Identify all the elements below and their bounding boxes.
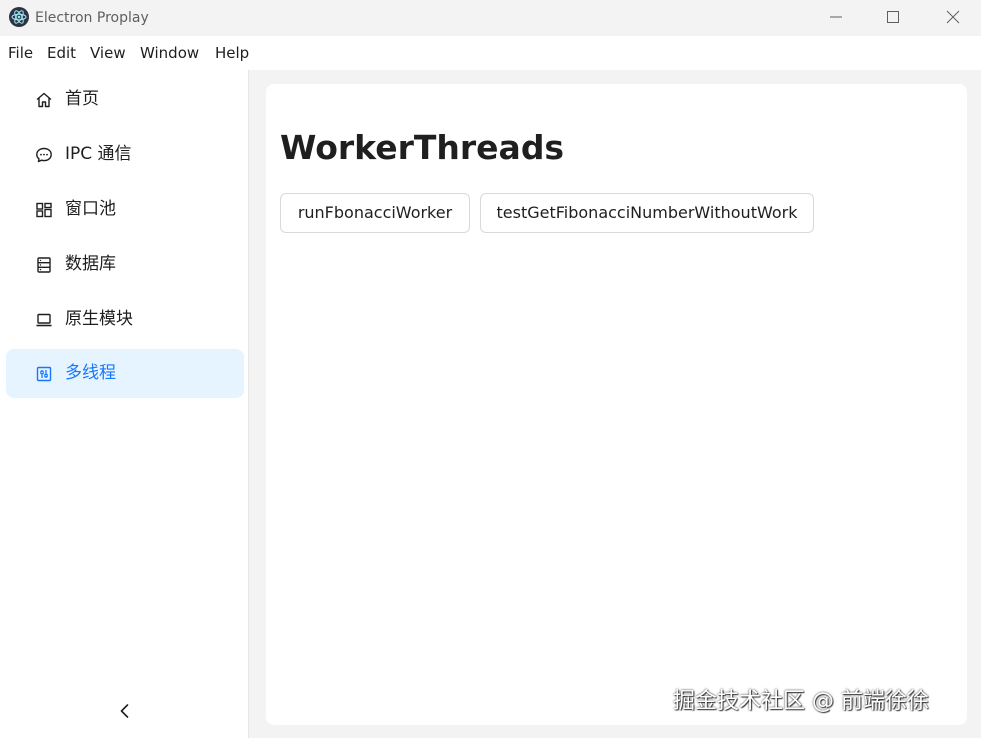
- sidebar-item-database[interactable]: 数据库: [6, 240, 244, 289]
- sidebar-item-label: 原生模块: [65, 309, 133, 329]
- menu-help[interactable]: Help: [215, 44, 249, 62]
- database-icon: [37, 257, 51, 273]
- menu-view[interactable]: View: [90, 44, 126, 62]
- content-panel: WorkerThreads runFbonacciWorker testGetF…: [266, 84, 967, 725]
- app-window: Electron Proplay File Edit View Window H…: [0, 0, 981, 738]
- electron-icon: [9, 7, 29, 27]
- sidebar-item-native-module[interactable]: 原生模块: [6, 295, 244, 344]
- sliders-icon: [36, 366, 52, 382]
- menu-window[interactable]: Window: [140, 44, 199, 62]
- sidebar-item-label: IPC 通信: [65, 144, 132, 164]
- page-title: WorkerThreads: [280, 128, 565, 167]
- sidebar-collapse-button[interactable]: [114, 700, 136, 722]
- close-icon: [946, 10, 960, 24]
- menu-bar: File Edit View Window Help: [0, 36, 981, 70]
- sidebar-item-label: 窗口池: [65, 199, 116, 219]
- menu-file[interactable]: File: [8, 44, 33, 62]
- windows-icon: [36, 202, 52, 218]
- title-bar: Electron Proplay: [0, 0, 981, 36]
- minimize-button[interactable]: [810, 0, 862, 34]
- menu-edit[interactable]: Edit: [47, 44, 76, 62]
- sidebar: 首页 IPC 通信 窗口池 数据库 原生模块 多线程: [0, 70, 249, 738]
- sidebar-item-label: 数据库: [65, 254, 116, 274]
- sidebar-item-multithread[interactable]: 多线程: [6, 349, 244, 398]
- sidebar-item-ipc[interactable]: IPC 通信: [6, 130, 244, 179]
- sidebar-item-label: 多线程: [65, 363, 116, 383]
- chevron-left-icon: [120, 704, 129, 718]
- maximize-icon: [887, 11, 899, 23]
- sidebar-item-window-pool[interactable]: 窗口池: [6, 185, 244, 234]
- window-title: Electron Proplay: [35, 10, 149, 26]
- message-icon: [36, 147, 52, 163]
- sidebar-item-label: 首页: [65, 89, 99, 109]
- watermark: 掘金技术社区 @ 前端徐徐: [673, 689, 929, 714]
- sidebar-item-home[interactable]: 首页: [6, 75, 244, 124]
- run-fibonacci-worker-button[interactable]: runFbonacciWorker: [280, 193, 470, 233]
- close-button[interactable]: [927, 0, 979, 34]
- maximize-button[interactable]: [867, 0, 919, 34]
- home-icon: [36, 92, 52, 108]
- minimize-icon: [830, 16, 842, 18]
- test-fibonacci-without-worker-button[interactable]: testGetFibonacciNumberWithoutWork: [480, 193, 814, 233]
- laptop-icon: [36, 313, 52, 327]
